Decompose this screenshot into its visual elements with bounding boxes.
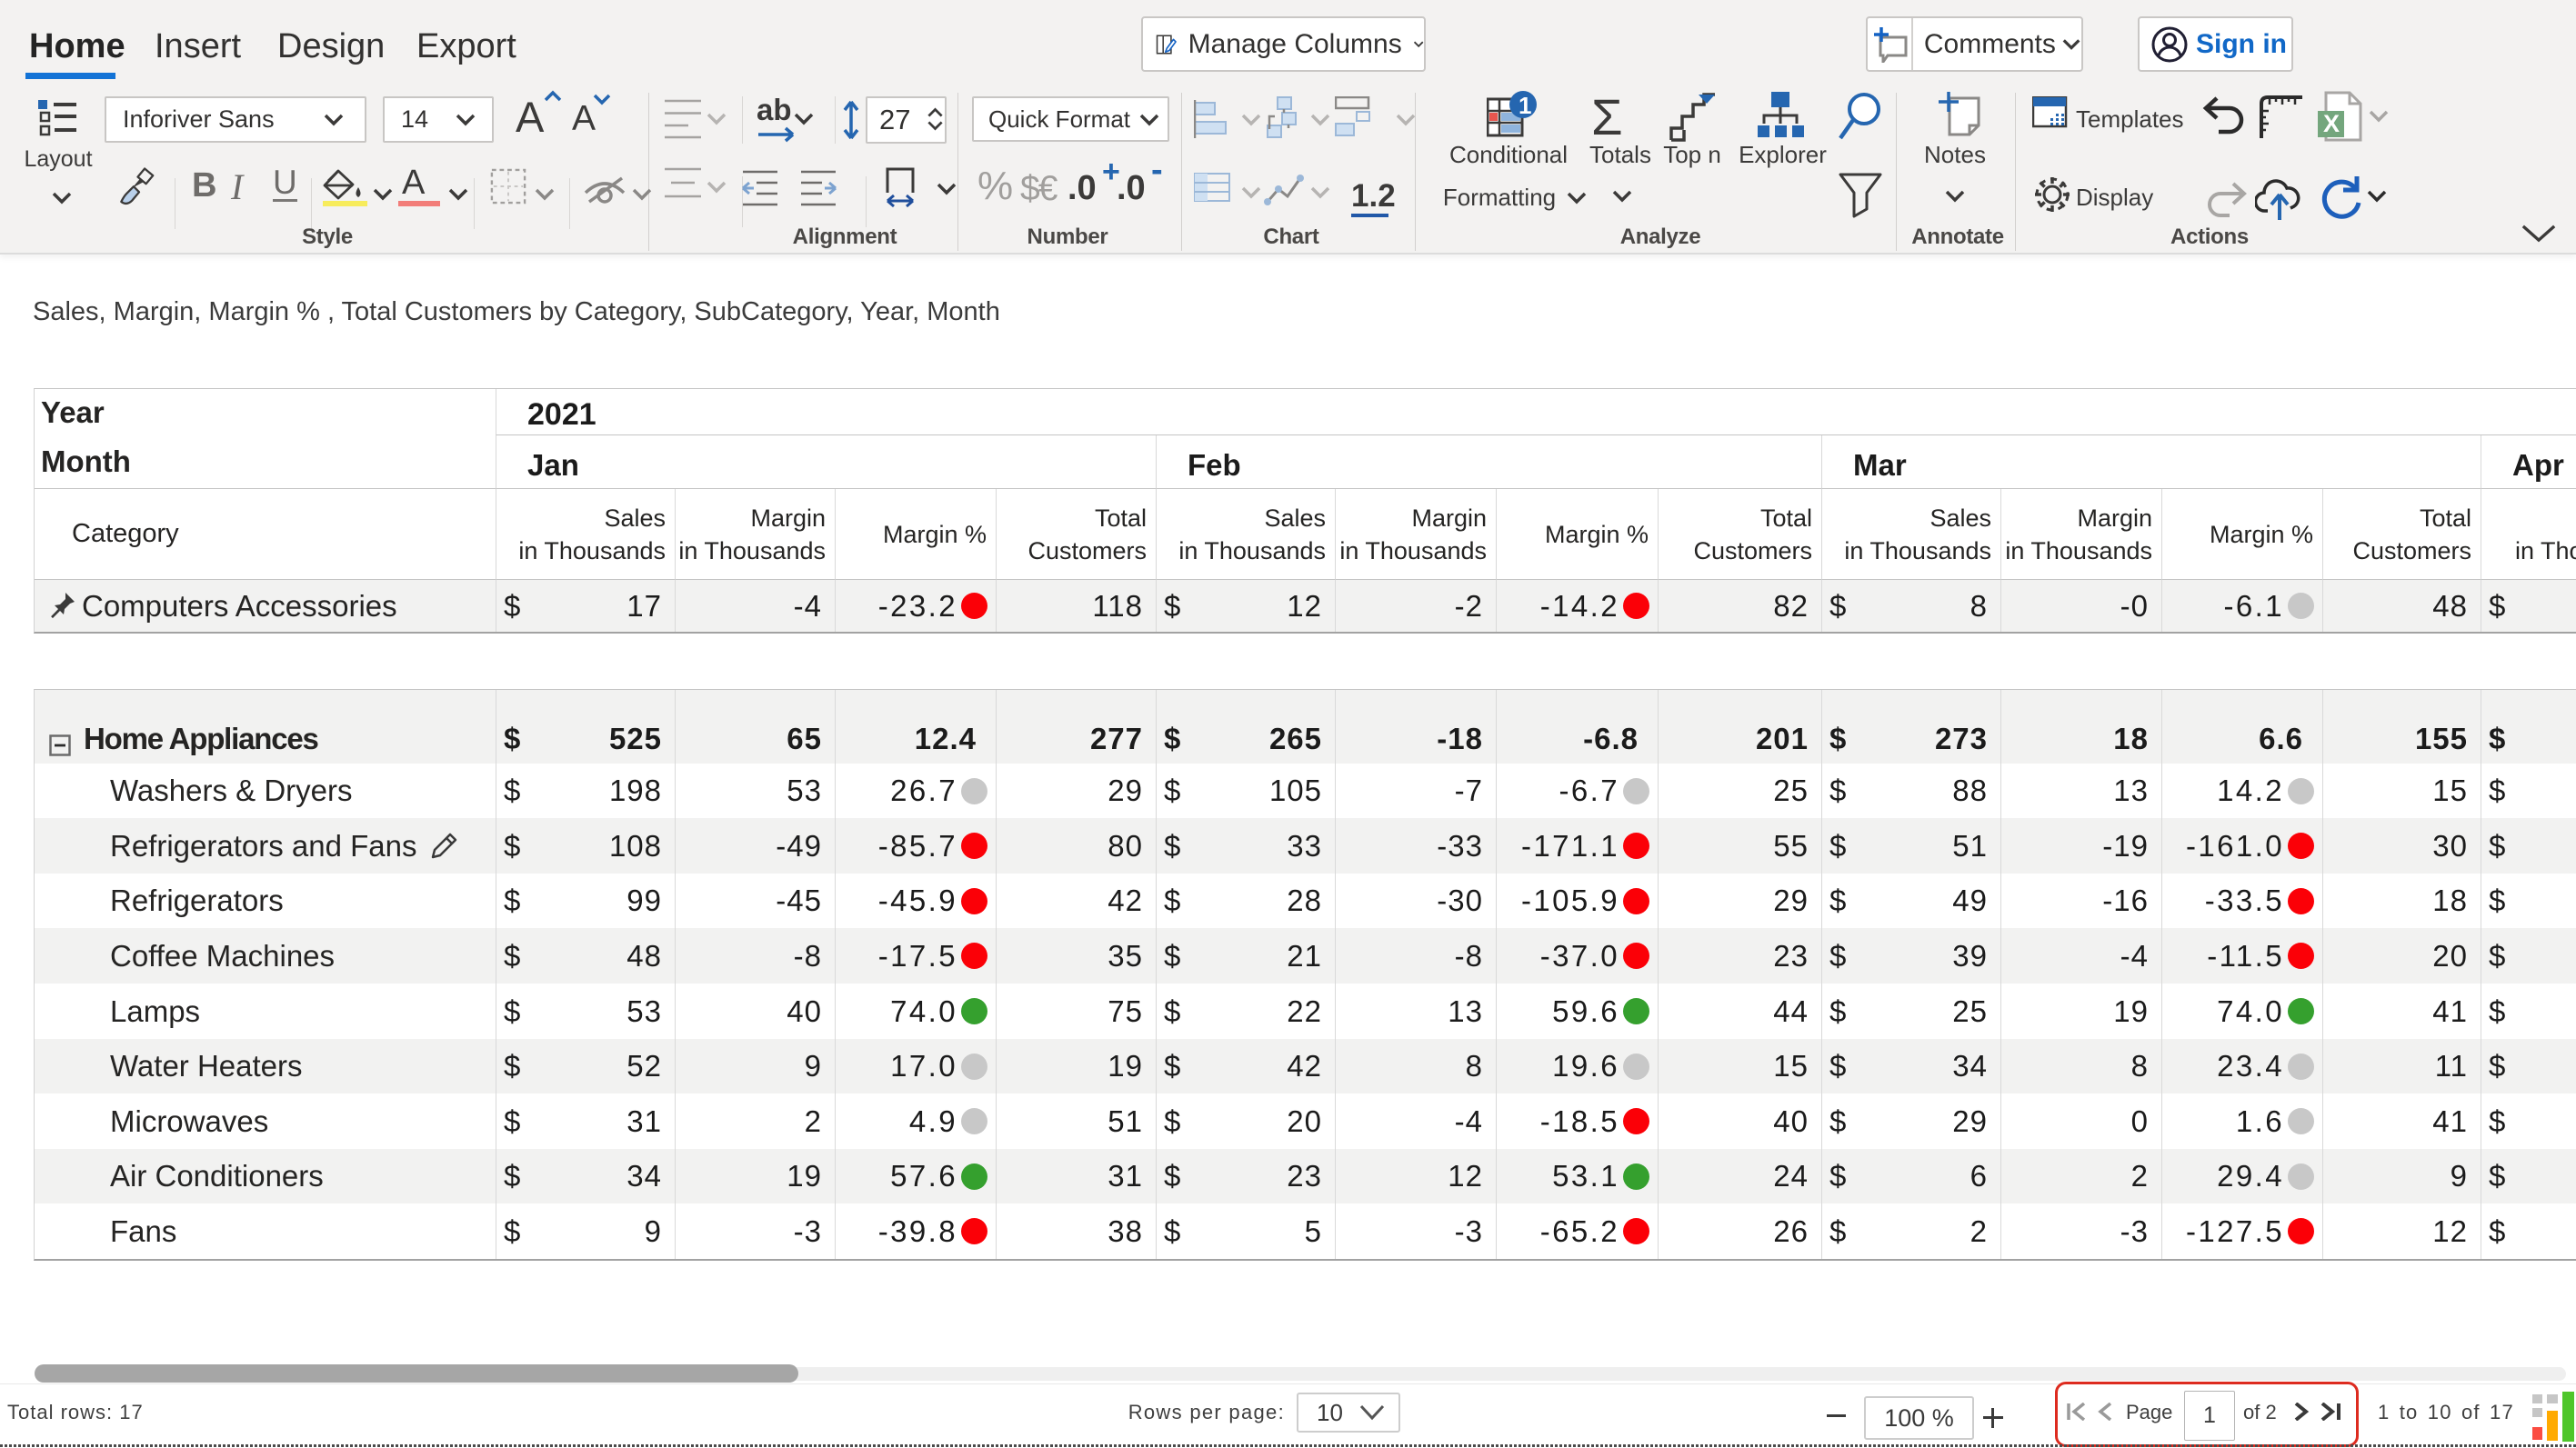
svg-text:X: X [2323,110,2340,137]
svg-text:ab: ab [757,95,792,126]
svg-text:1: 1 [1519,92,1531,119]
